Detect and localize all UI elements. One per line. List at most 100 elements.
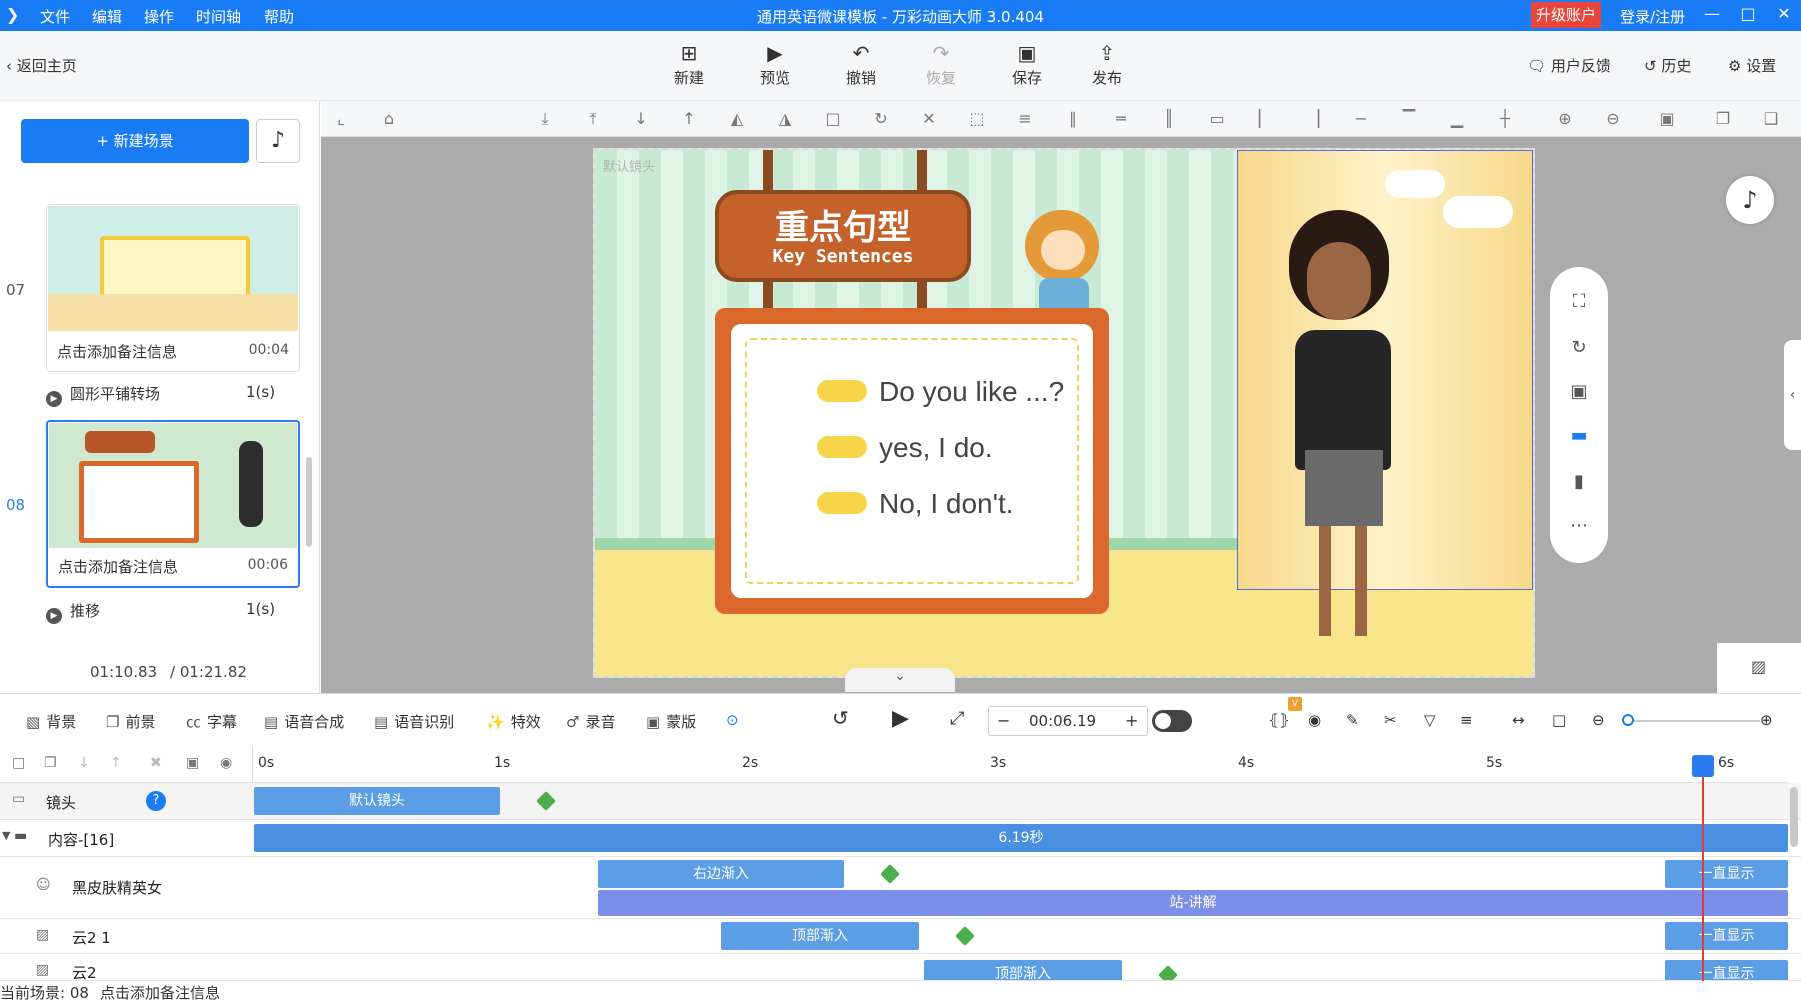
lock-icon[interactable]: ▣ <box>1657 109 1677 128</box>
keyframe-add-icon[interactable] <box>1158 965 1178 980</box>
align-base-icon[interactable]: ▁ <box>1447 109 1467 128</box>
tts-button[interactable]: ▤ 语音合成 <box>264 711 344 732</box>
more-icon[interactable]: ⋯ <box>1550 515 1608 536</box>
playhead-handle[interactable] <box>1692 755 1714 777</box>
scene-note-status[interactable]: 点击添加备注信息 <box>100 982 220 1003</box>
save-button[interactable]: ▣ 保存 <box>1002 41 1052 88</box>
align-top-icon[interactable]: ▔ <box>1399 109 1419 128</box>
align-right-icon[interactable]: ▕ <box>1303 109 1323 128</box>
panel-expand-handle[interactable]: ‹ <box>1784 340 1801 450</box>
scene-note[interactable]: 点击添加备注信息 <box>58 556 178 577</box>
filter-icon[interactable]: ▽ <box>1424 711 1436 729</box>
rotate-device-icon[interactable]: ↻ <box>1550 337 1608 358</box>
music-icon[interactable]: ♪ <box>256 119 300 163</box>
minimize-icon[interactable]: — <box>1700 4 1724 23</box>
scene-list-scrollbar[interactable] <box>306 457 312 547</box>
clip-duration[interactable]: 6.19秒 <box>254 824 1788 852</box>
speech-recognition-button[interactable]: ▤ 语音识别 <box>374 711 454 732</box>
lock-icon[interactable]: ▣ <box>186 755 199 771</box>
distribute-h-icon[interactable]: ∥ <box>1063 109 1083 128</box>
minus-icon[interactable]: − <box>997 711 1010 730</box>
publish-button[interactable]: ⇪ 发布 <box>1082 41 1132 88</box>
new-scene-button[interactable]: + 新建场景 <box>21 119 249 163</box>
back-home-button[interactable]: ‹ 返回主页 <box>6 55 77 76</box>
desktop-icon[interactable]: ▬ <box>1550 425 1608 446</box>
paste-icon[interactable]: ❑ <box>1761 109 1781 128</box>
time-value[interactable]: 00:06.19 <box>1029 712 1096 730</box>
keyframe-add-icon[interactable] <box>955 926 975 946</box>
zoom-out-icon[interactable]: ⊖ <box>1592 711 1605 729</box>
close-icon[interactable]: ✕ <box>1772 4 1796 23</box>
rewind-icon[interactable]: ↺ <box>832 706 849 730</box>
same-width-icon[interactable]: ▭ <box>1207 109 1227 128</box>
scene-note[interactable]: 点击添加备注信息 <box>57 341 177 362</box>
clip-enter-top[interactable]: 顶部渐入 <box>721 922 919 950</box>
home-icon[interactable]: ⌂ <box>379 109 399 128</box>
mobile-icon[interactable]: ▮ <box>1550 471 1608 492</box>
foreground-button[interactable]: ❐ 前景 <box>106 711 155 732</box>
history-button[interactable]: ↺ 历史 <box>1644 55 1691 76</box>
play-icon[interactable]: ▶ <box>892 706 909 731</box>
keyframe-add-icon[interactable] <box>536 791 556 811</box>
zoom-slider-handle[interactable] <box>1622 714 1634 726</box>
login-register-link[interactable]: 登录/注册 <box>1620 6 1685 27</box>
zoom-in-icon[interactable]: ⊕ <box>1555 109 1575 128</box>
clip-default-camera[interactable]: 默认镜头 <box>254 787 500 815</box>
move-down-icon[interactable]: ↓ <box>631 109 651 128</box>
zoom-in-icon[interactable]: ⊕ <box>1760 711 1773 729</box>
add-layer-icon[interactable]: ❐ <box>44 755 57 771</box>
fit-width-icon[interactable]: ↔ <box>1512 711 1525 729</box>
split-icon[interactable]: ✂ <box>1384 711 1397 729</box>
align-middle-icon[interactable]: − <box>1351 109 1371 128</box>
preview-button[interactable]: ▶ 预览 <box>750 41 800 88</box>
camera-icon[interactable]: ◉ <box>1308 711 1321 729</box>
zoom-slider[interactable] <box>1622 720 1760 722</box>
effects-button[interactable]: ✨ 特效 <box>486 711 541 732</box>
fit-screen-icon[interactable]: ⛶ <box>1550 291 1608 312</box>
zoom-out-icon[interactable]: ⊖ <box>1603 109 1623 128</box>
distribute-v-icon[interactable]: ║ <box>1159 109 1179 128</box>
unlock-icon[interactable]: □ <box>823 109 843 128</box>
trash-icon[interactable]: ✖ <box>150 755 162 771</box>
toggle-switch[interactable] <box>1152 710 1192 732</box>
bracket-icon[interactable]: ⦃⦄ <box>1268 711 1290 729</box>
clip-always-show[interactable]: 一直显示 <box>1665 922 1788 950</box>
delete-icon[interactable]: ✕ <box>919 109 939 128</box>
clip-action-stand[interactable]: 站-讲解 <box>598 890 1788 916</box>
help-icon[interactable]: ? <box>146 791 166 811</box>
clip-always-show[interactable]: 一直显示 <box>1665 860 1788 888</box>
transition-item[interactable]: ▶ 推移 <box>46 600 100 624</box>
redo-button[interactable]: ↷ 恢复 <box>916 41 966 88</box>
more-options-icon[interactable]: ⊙ <box>726 711 739 729</box>
mask-button[interactable]: ▣ 蒙版 <box>646 711 696 732</box>
move-up-icon[interactable]: ↑ <box>110 755 122 771</box>
transition-item[interactable]: ▶ 圆形平铺转场 <box>46 383 160 407</box>
fullscreen-icon[interactable]: ⤢ <box>950 708 964 729</box>
move-down-icon[interactable]: ↓ <box>78 755 90 771</box>
plus-icon[interactable]: + <box>1125 711 1138 730</box>
scene-card-08[interactable]: 点击添加备注信息 00:06 <box>46 420 300 588</box>
move-bottom-icon[interactable]: ⤓ <box>535 109 555 129</box>
collapse-handle[interactable]: ⌄ <box>845 668 955 692</box>
select-icon[interactable]: ⬚ <box>967 109 987 128</box>
center-v-icon[interactable]: ┼ <box>1495 109 1515 128</box>
keyframe-add-icon[interactable] <box>880 864 900 884</box>
move-top-icon[interactable]: ⤒ <box>583 109 603 129</box>
move-up-icon[interactable]: ↑ <box>679 109 699 128</box>
maximize-icon[interactable]: □ <box>1736 4 1760 23</box>
edit-icon[interactable]: ✎ <box>1346 711 1359 729</box>
ratio-icon[interactable]: □ <box>1552 711 1566 729</box>
align-center-icon[interactable]: ≡ <box>1015 109 1035 128</box>
align-bottom-icon[interactable]: ═ <box>1111 109 1131 128</box>
collapse-triangle-icon[interactable]: ▼ <box>2 829 10 842</box>
unlock-icon[interactable]: ▣ <box>1550 381 1608 402</box>
undo-button[interactable]: ↶ 撤销 <box>836 41 886 88</box>
upgrade-account-button[interactable]: 升级账户 <box>1531 2 1601 28</box>
timeline-scrollbar[interactable] <box>1790 787 1798 847</box>
clip-enter-right[interactable]: 右边渐入 <box>598 860 844 888</box>
new-button[interactable]: ⊞ 新建 <box>664 41 714 88</box>
feedback-button[interactable]: 🗨 用户反馈 <box>1527 55 1611 76</box>
subtitle-button[interactable]: ㏄字幕 <box>186 711 237 732</box>
record-button[interactable]: ♂ 录音 <box>566 711 615 732</box>
eye-icon[interactable]: ◉ <box>220 755 232 771</box>
